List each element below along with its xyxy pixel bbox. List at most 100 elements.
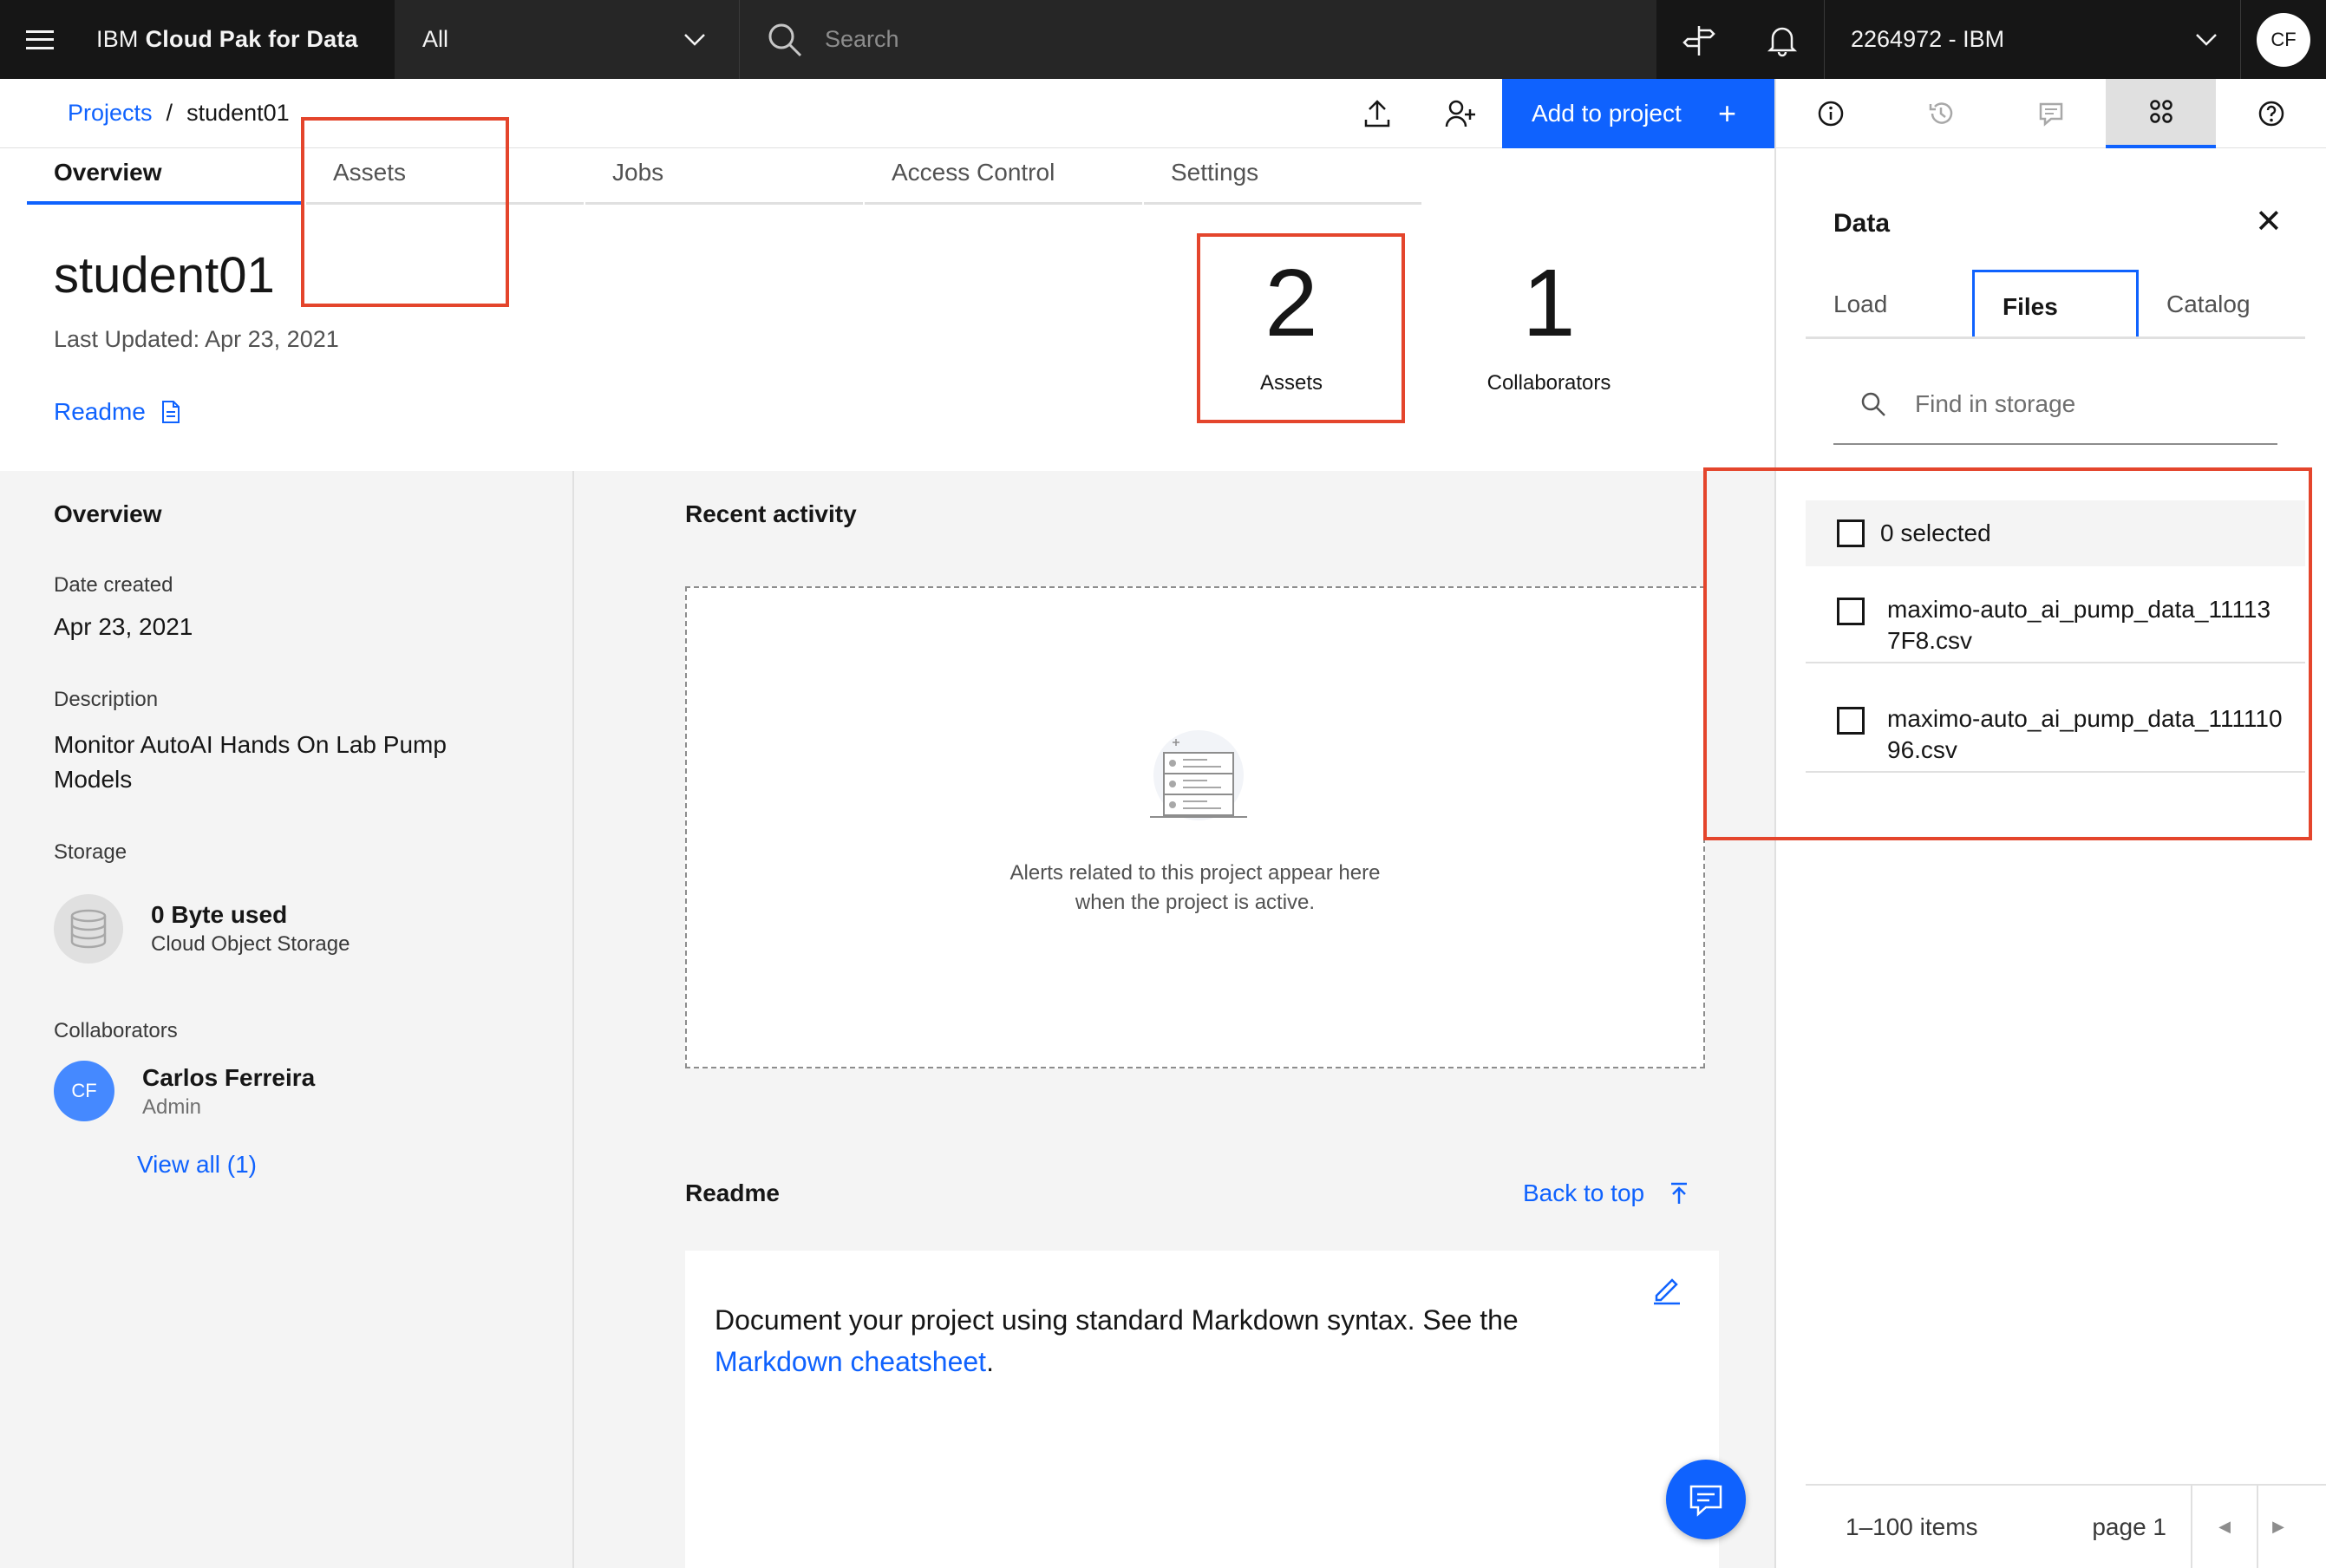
back-to-top-label: Back to top: [1523, 1179, 1645, 1206]
pagination-page: page 1: [2092, 1512, 2166, 1540]
help-icon: [2258, 101, 2284, 127]
readme-link-label: Readme: [54, 398, 146, 425]
tab-settings[interactable]: Settings: [1144, 148, 1421, 205]
search-icon: [1861, 392, 1885, 416]
description-label: Description: [54, 688, 159, 711]
database-icon: [70, 909, 107, 949]
comments-panel-button[interactable]: [1996, 79, 2107, 148]
readme-body: Document your project using standard Mar…: [715, 1299, 1625, 1382]
find-in-storage-placeholder: Find in storage: [1915, 390, 2076, 417]
find-in-storage-input[interactable]: Find in storage: [1833, 365, 2277, 445]
chat-button[interactable]: [1666, 1460, 1746, 1539]
info-icon: [1819, 101, 1844, 127]
search-scope-value: All: [422, 26, 449, 52]
info-panel-button[interactable]: [1776, 79, 1886, 148]
description-value: Monitor AutoAI Hands On Lab Pump Models: [54, 731, 447, 793]
tab-access-control[interactable]: Access Control: [865, 148, 1142, 205]
last-updated: Last Updated: Apr 23, 2021: [54, 326, 339, 352]
empty-text-line-2: when the project is active.: [1075, 891, 1316, 914]
close-panel-icon[interactable]: ✕: [2255, 206, 2283, 238]
recent-activity-empty-text: Alerts related to this project appear he…: [687, 859, 1703, 918]
signpost-icon: [1682, 25, 1715, 56]
hamburger-menu-button[interactable]: [0, 0, 79, 79]
overview-heading: Overview: [54, 500, 162, 527]
breadcrumb-projects-link[interactable]: Projects: [68, 100, 153, 127]
previous-page-button[interactable]: ◀: [2191, 1485, 2257, 1568]
upload-button[interactable]: [1336, 79, 1419, 148]
shell-header: IBM Cloud Pak for Data All Search 226497…: [0, 0, 2326, 79]
brand-product: Cloud Pak for Data: [145, 26, 358, 52]
markdown-cheatsheet-link[interactable]: Markdown cheatsheet: [715, 1346, 986, 1377]
pagination: 1–100 items page 1 ◀ ▶: [1806, 1484, 2326, 1568]
document-icon: [161, 401, 180, 423]
account-switcher[interactable]: 2264972 - IBM: [1824, 0, 2240, 79]
add-collaborator-button[interactable]: [1419, 79, 1502, 148]
user-add-icon: [1445, 100, 1475, 127]
hamburger-icon: [25, 29, 54, 49]
page-title: student01: [54, 247, 275, 304]
brand-ibm: IBM: [96, 26, 139, 52]
data-panel-tabs: Load Files Catalog: [1806, 270, 2305, 339]
data-panel-button[interactable]: [2106, 79, 2217, 148]
project-tabs: Overview Assets Jobs Access Control Sett…: [27, 148, 1423, 205]
recent-activity-panel: Alerts related to this project appear he…: [685, 586, 1705, 1068]
chevron-down-icon: [2196, 33, 2217, 46]
edit-readme-icon[interactable]: [1650, 1271, 1684, 1306]
readme-link[interactable]: Readme: [54, 398, 180, 426]
global-search-input[interactable]: Search: [740, 0, 1657, 79]
tab-overview[interactable]: Overview: [27, 148, 304, 205]
global-search-placeholder: Search: [825, 26, 899, 52]
collaborator-name: Carlos Ferreira: [142, 1064, 316, 1091]
recent-activity-heading: Recent activity: [685, 500, 857, 527]
tab-files[interactable]: Files: [1972, 270, 2139, 336]
history-icon: [1929, 102, 1953, 124]
tab-jobs[interactable]: Jobs: [585, 148, 863, 205]
project-subheader: Projects / student01 Add to project +: [0, 78, 1774, 148]
back-to-top-link[interactable]: Back to top: [1523, 1179, 1689, 1207]
storage-label: Storage: [54, 840, 127, 864]
readme-text: Document your project using standard Mar…: [715, 1304, 1519, 1336]
arrow-up-to-top-icon: [1671, 1182, 1688, 1204]
collaborators-stat-label: Collaborators: [1486, 371, 1611, 395]
chevron-down-icon: [684, 33, 705, 46]
empty-text-line-1: Alerts related to this project appear he…: [1009, 861, 1381, 885]
caret-right-icon: ▶: [2272, 1518, 2284, 1535]
search-scope-dropdown[interactable]: All: [395, 0, 740, 79]
product-name[interactable]: IBM Cloud Pak for Data: [79, 0, 395, 79]
breadcrumb-separator: /: [166, 100, 173, 126]
upload-icon: [1364, 99, 1390, 127]
data-side-panel: Data ✕ Load Files Catalog Find in storag…: [1774, 148, 2326, 1568]
search-icon: [768, 23, 802, 56]
caret-left-icon: ◀: [2218, 1518, 2231, 1535]
view-all-collaborators-link[interactable]: View all (1): [137, 1151, 257, 1179]
readme-text-end: .: [986, 1346, 994, 1377]
plus-icon: +: [1717, 95, 1736, 131]
help-panel-button[interactable]: [2216, 79, 2326, 148]
annotation-box-assets-tab: [301, 117, 509, 307]
bell-icon: [1767, 27, 1798, 56]
collaborators-label: Collaborators: [54, 1019, 178, 1042]
history-panel-button[interactable]: [1886, 79, 1996, 148]
readme-panel: Document your project using standard Mar…: [685, 1251, 1719, 1568]
tab-load[interactable]: Load: [1806, 270, 1972, 336]
next-page-button[interactable]: ▶: [2257, 1485, 2298, 1568]
collaborators-stat[interactable]: 1 Collaborators: [1447, 252, 1650, 395]
annotation-box-assets-count: [1197, 233, 1405, 423]
chat-icon: [1689, 1485, 1722, 1517]
storage-used: 0 Byte used: [151, 901, 288, 928]
breadcrumb-current: student01: [186, 100, 290, 126]
add-to-project-label: Add to project: [1532, 99, 1682, 127]
breadcrumb: Projects / student01: [0, 100, 1336, 127]
add-to-project-button[interactable]: Add to project +: [1502, 78, 1774, 148]
collaborator-role: Admin: [142, 1095, 202, 1119]
readme-heading: Readme: [685, 1179, 780, 1206]
date-created-value: Apr 23, 2021: [54, 613, 193, 640]
storage-badge: [54, 894, 123, 964]
comment-icon: [2039, 102, 2063, 127]
user-profile-button[interactable]: CF: [2240, 0, 2326, 79]
user-avatar: CF: [2257, 12, 2310, 67]
pagination-items: 1–100 items: [1846, 1512, 1978, 1540]
signpost-button[interactable]: [1657, 0, 1741, 79]
tab-catalog[interactable]: Catalog: [2139, 270, 2305, 336]
notifications-button[interactable]: [1741, 0, 1824, 79]
